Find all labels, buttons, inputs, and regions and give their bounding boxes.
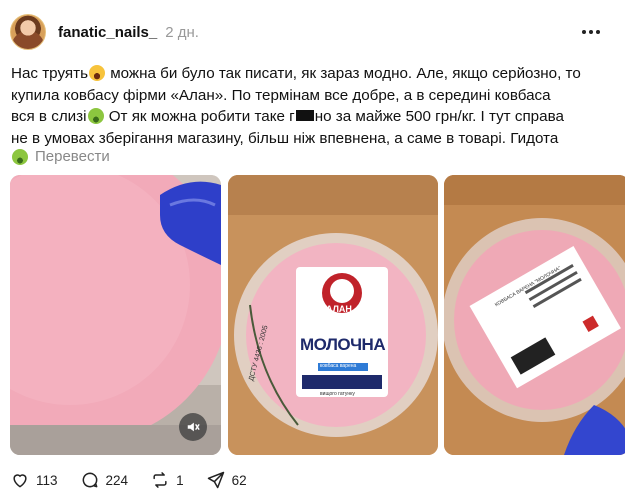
post-header: fanatic_nails_ 2 дн. xyxy=(10,12,615,52)
heart-icon xyxy=(13,474,27,488)
sausage-label-photo xyxy=(444,175,625,455)
action-bar: 113 224 1 62 xyxy=(10,468,269,492)
comment-button[interactable]: 224 xyxy=(80,470,129,490)
comment-count: 224 xyxy=(105,472,129,488)
redaction-bar xyxy=(295,110,314,121)
repost-button[interactable]: 1 xyxy=(150,470,184,490)
photo-1[interactable] xyxy=(10,175,221,455)
post-text-fragment: Нас труять xyxy=(11,65,88,82)
speaker-muted-icon xyxy=(187,422,200,432)
post-text: Нас труять можна би було так писати, як … xyxy=(11,63,611,149)
product-name-label: МОЛОЧНА xyxy=(300,335,386,354)
post-text-fragment: вся в слизі xyxy=(11,108,87,125)
post-text-line: купила ковбасу фірми «Алан». По термінам… xyxy=(11,86,551,104)
translate-label: Перевести xyxy=(35,148,110,165)
post-timestamp[interactable]: 2 дн. xyxy=(165,24,199,41)
brand-label: АЛАН xyxy=(326,304,352,314)
photo-2[interactable]: АЛАН МОЛОЧНА ковбаса варена вищого гатун… xyxy=(228,175,438,455)
more-options-button[interactable] xyxy=(579,22,603,42)
username[interactable]: fanatic_nails_ xyxy=(58,24,157,41)
more-dot-icon xyxy=(596,30,600,34)
post-text-line: Нас труять можна би було так писати, як … xyxy=(11,63,611,85)
post-text-line: не в умовах зберігання магазину, більш н… xyxy=(11,129,559,147)
product-grade-label: вищого гатунку xyxy=(320,391,355,397)
post-text-line: вся в слизі От як можна робити таке г но … xyxy=(11,106,611,128)
mute-button[interactable] xyxy=(179,413,207,441)
repost-count: 1 xyxy=(176,472,184,488)
comment-bubble-icon xyxy=(82,472,97,488)
photo-3[interactable]: КОВБАСА ВАРЕНА "МОЛОЧНА" xyxy=(444,175,625,455)
like-button[interactable]: 113 xyxy=(10,470,58,490)
translate-button[interactable]: Перевести xyxy=(11,148,110,165)
share-count: 62 xyxy=(231,472,247,488)
send-icon xyxy=(207,471,224,489)
like-count: 113 xyxy=(36,472,58,488)
more-dot-icon xyxy=(582,30,586,34)
repost-icon xyxy=(153,472,167,488)
post-text-fragment: От як можна робити таке г xyxy=(104,108,295,125)
laughing-emoji-icon xyxy=(88,65,105,81)
packaged-sausage-photo xyxy=(228,175,438,455)
nauseated-emoji-icon xyxy=(12,148,28,165)
post-text-fragment: но за майже 500 грн/кг. І тут справа xyxy=(314,108,564,125)
avatar[interactable] xyxy=(10,14,46,50)
nauseated-emoji-icon xyxy=(87,108,104,124)
product-badge-label: ковбаса варена xyxy=(320,363,357,369)
more-dot-icon xyxy=(589,30,593,34)
photo-carousel[interactable]: АЛАН МОЛОЧНА ковбаса варена вищого гатун… xyxy=(10,175,625,455)
share-button[interactable]: 62 xyxy=(206,470,247,490)
post-text-fragment: можна би було так писати, як зараз модно… xyxy=(105,65,581,82)
